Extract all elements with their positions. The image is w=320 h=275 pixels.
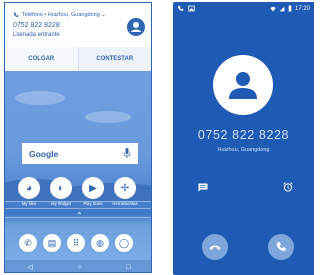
answer-call-button[interactable]: CONTESTAR — [77, 47, 151, 71]
phone-icon[interactable]: ✆ — [19, 234, 37, 252]
chrome-icon[interactable]: ◍ — [91, 234, 109, 252]
phone-icon — [276, 242, 286, 251]
app-shortcut-play-store[interactable]: ▶ Play Store — [81, 177, 105, 206]
mic-icon[interactable] — [123, 148, 131, 159]
google-logo: Google — [29, 148, 59, 159]
decline-call-button[interactable] — [202, 234, 228, 260]
alarm-icon[interactable] — [283, 182, 293, 192]
app-shortcuts-row: ◕ My files ◐ My Widget ▶ Play Store ✢ He… — [17, 177, 138, 206]
left-phone-screen: Teléfono • Huizhou, Guangdong ⌄ 0752 822… — [4, 2, 152, 273]
decline-call-button[interactable]: COLGAR — [5, 47, 78, 71]
home-icon[interactable]: ○ — [77, 264, 81, 271]
call-action-buttons: COLGAR CONTESTAR — [5, 47, 151, 71]
hang-up-icon — [209, 245, 221, 250]
messages-icon[interactable]: ▤ — [43, 234, 61, 252]
widget-icon: ◐ — [50, 177, 72, 199]
app-drawer-icon[interactable]: ⠿ — [67, 234, 85, 252]
navigation-bar: ◁ ○ □ — [5, 260, 151, 272]
back-icon[interactable]: ◁ — [27, 263, 32, 271]
notification-app-label: Teléfono • Huizhou, Guangdong ⌄ — [22, 12, 106, 18]
app-shortcut-my-widget[interactable]: ◐ My Widget — [49, 177, 73, 206]
tools-icon: ✢ — [114, 177, 136, 199]
caller-phone-number: 0752 822 8228 — [197, 128, 290, 142]
battery-icon — [288, 5, 292, 12]
status-time: 17:20 — [294, 5, 310, 12]
person-icon — [229, 72, 257, 99]
phone-small-icon — [178, 5, 184, 11]
chevron-up-icon[interactable]: ⌃ — [76, 211, 83, 220]
notification-header: Teléfono • Huizhou, Guangdong ⌄ — [13, 12, 106, 18]
app-shortcut-tools[interactable]: ✢ Herramientas — [112, 177, 138, 206]
avatar — [127, 18, 145, 36]
right-phone-screen: 17:20 0752 822 8228 Huizhou, Guangdong — [173, 2, 314, 275]
google-search-bar[interactable]: Google — [22, 143, 138, 164]
caller-number: 0752 822 8228 — [13, 22, 60, 29]
camera-icon[interactable]: ◯ — [115, 234, 133, 252]
incoming-call-card[interactable]: Teléfono • Huizhou, Guangdong ⌄ 0752 822… — [5, 3, 151, 71]
folder-globe-icon: ◕ — [18, 177, 40, 199]
play-store-icon: ▶ — [82, 177, 104, 199]
phone-small-icon — [13, 12, 19, 17]
recents-icon[interactable]: □ — [126, 264, 130, 271]
person-icon — [130, 22, 142, 32]
status-bar: 17:20 — [173, 2, 314, 15]
caller-avatar — [213, 55, 273, 115]
caller-location: Huizhou, Guangdong — [217, 147, 270, 153]
wifi-icon — [270, 6, 276, 11]
signal-icon — [279, 6, 285, 11]
answer-call-button[interactable] — [268, 234, 294, 260]
app-shortcut-my-files[interactable]: ◕ My files — [17, 177, 41, 206]
image-notification-icon — [188, 5, 195, 12]
incoming-call-label: Llamada entrante — [13, 32, 60, 38]
message-icon[interactable] — [198, 183, 208, 192]
dock: ✆ ▤ ⠿ ◍ ◯ — [19, 234, 133, 252]
